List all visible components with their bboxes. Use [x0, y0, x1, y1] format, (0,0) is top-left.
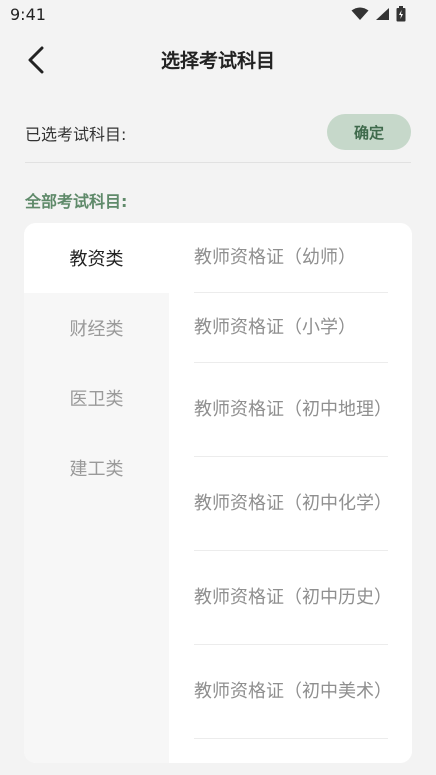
subject-item[interactable]: 教师资格证（初中美术）	[194, 645, 392, 739]
subject-item[interactable]: 教师资格证（初中历史）	[194, 551, 392, 645]
subject-item[interactable]: 教师资格证（初中地理）	[194, 363, 392, 457]
selected-subjects-label: 已选考试科目:	[25, 125, 127, 144]
wifi-icon	[351, 7, 369, 20]
page-title: 选择考试科目	[160, 50, 275, 72]
subject-item[interactable]: 教师资格证（初中化学）	[194, 457, 392, 551]
divider	[25, 162, 411, 163]
category-item-finance[interactable]: 财经类	[24, 293, 169, 363]
category-item-teacher[interactable]: 教资类	[24, 223, 169, 293]
confirm-button[interactable]: 确定	[327, 114, 411, 150]
category-item-medical[interactable]: 医卫类	[24, 363, 169, 433]
subject-picker-card: 教资类 财经类 医卫类 建工类 教师资格证（幼师） 教师资格证（小学） 教师资格…	[24, 223, 412, 763]
subject-item[interactable]: 教师资格证（幼师）	[194, 223, 388, 293]
navigation-bar: 选择考试科目	[0, 36, 436, 84]
category-list: 教资类 财经类 医卫类 建工类	[24, 223, 169, 763]
subject-item[interactable]: 教师资格证（小学）	[194, 293, 388, 363]
category-item-construction[interactable]: 建工类	[24, 433, 169, 503]
cellular-signal-icon	[376, 8, 389, 20]
subject-list: 教师资格证（幼师） 教师资格证（小学） 教师资格证（初中地理） 教师资格证（初中…	[169, 223, 412, 763]
selected-subjects-row: 已选考试科目: 确定	[25, 112, 411, 152]
status-icons	[351, 6, 406, 22]
all-subjects-heading: 全部考试科目:	[25, 192, 128, 211]
status-time: 9:41	[10, 5, 46, 24]
battery-icon	[396, 6, 406, 22]
status-bar: 9:41	[0, 0, 436, 30]
